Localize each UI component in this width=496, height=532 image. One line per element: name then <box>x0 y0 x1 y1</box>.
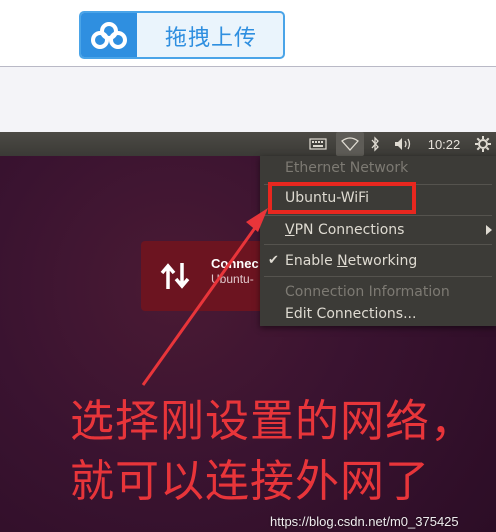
annotation-text: 选择刚设置的网络，就可以连接外网了 <box>70 396 475 507</box>
watermark: https://blog.csdn.net/m0_375425 <box>270 514 459 529</box>
